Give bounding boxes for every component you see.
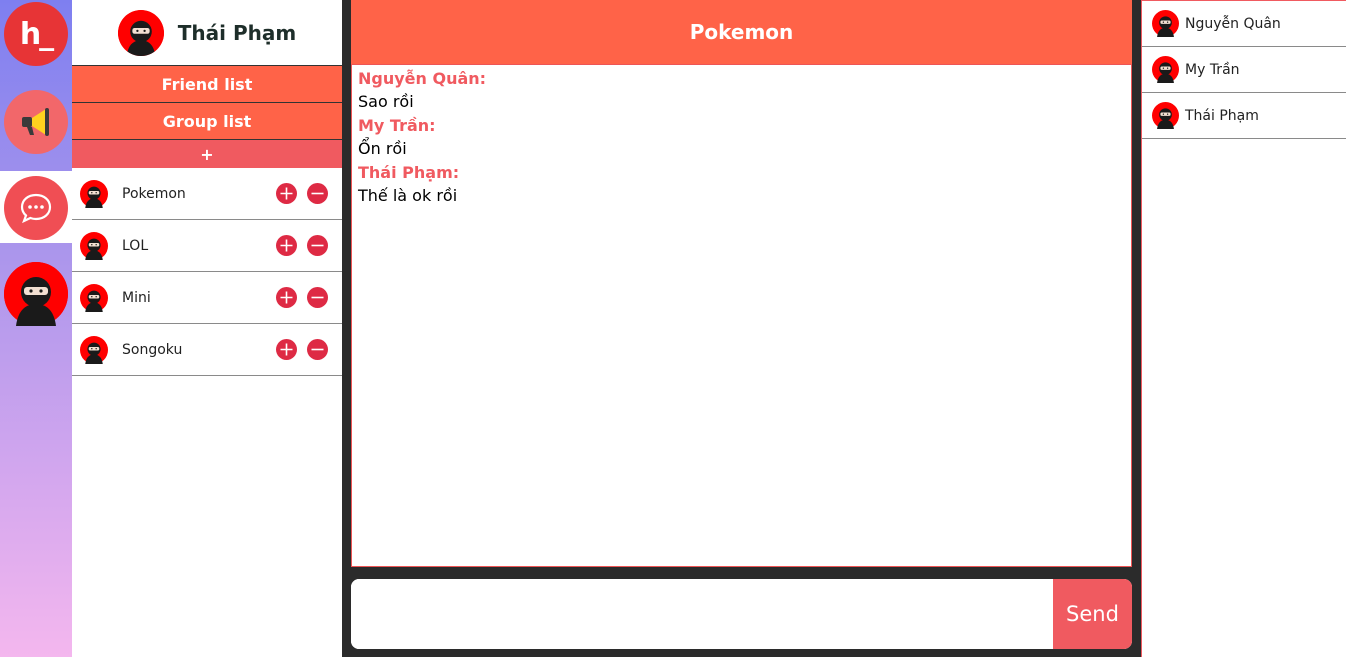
- message-composer: Send: [351, 579, 1132, 649]
- group-item[interactable]: Pokemon: [72, 168, 342, 220]
- message-text: Sao rồi: [358, 92, 414, 111]
- plus-circle-icon[interactable]: [276, 287, 297, 308]
- group-list: Pokemon LOL Mini Songoku: [72, 168, 342, 376]
- add-group-button[interactable]: +: [72, 140, 342, 168]
- plus-circle-icon[interactable]: [276, 339, 297, 360]
- message-text: Ổn rồi: [358, 139, 407, 158]
- ninja-avatar-icon[interactable]: [4, 262, 68, 326]
- message: Thái Phạm: Thế là ok rồi: [358, 161, 1125, 208]
- logo-icon[interactable]: h_: [4, 2, 68, 66]
- sidebar: Thái Phạm Friend list Group list + Pokem…: [72, 0, 342, 657]
- minus-circle-icon[interactable]: [307, 287, 328, 308]
- chat-bubble-icon[interactable]: [4, 176, 68, 240]
- message-author: Thái Phạm:: [358, 163, 460, 182]
- group-name: LOL: [122, 237, 149, 254]
- group-item[interactable]: Songoku: [72, 324, 342, 376]
- megaphone-icon[interactable]: [4, 90, 68, 154]
- message: Nguyễn Quân: Sao rồi: [358, 67, 1125, 114]
- group-name: Mini: [122, 289, 151, 306]
- member-avatar: [1152, 10, 1179, 37]
- plus-circle-icon[interactable]: [276, 183, 297, 204]
- profile-avatar[interactable]: [117, 9, 164, 56]
- group-avatar: [80, 179, 108, 208]
- member-name: My Trần: [1185, 61, 1240, 78]
- plus-circle-icon[interactable]: [276, 235, 297, 256]
- member-item[interactable]: Thái Phạm: [1142, 93, 1346, 139]
- friend-list-button[interactable]: Friend list: [72, 66, 342, 103]
- member-item[interactable]: Nguyễn Quân: [1142, 1, 1346, 47]
- minus-circle-icon[interactable]: [307, 235, 328, 256]
- app-rail: h_: [0, 0, 72, 657]
- group-name: Pokemon: [122, 185, 186, 202]
- group-avatar: [80, 283, 108, 312]
- message-author: Nguyễn Quân:: [358, 69, 487, 88]
- group-name: Songoku: [122, 341, 183, 358]
- group-avatar: [80, 335, 108, 364]
- chat-panel: Pokemon Nguyễn Quân: Sao rồi My Trần: Ổn…: [342, 0, 1141, 657]
- group-list-button[interactable]: Group list: [72, 103, 342, 140]
- group-avatar: [80, 231, 108, 260]
- minus-circle-icon[interactable]: [307, 183, 328, 204]
- members-panel: Nguyễn Quân My Trần Thái Phạm: [1141, 0, 1346, 657]
- chat-messages: Nguyễn Quân: Sao rồi My Trần: Ổn rồi Thá…: [351, 64, 1132, 567]
- member-avatar: [1152, 56, 1179, 83]
- member-avatar: [1152, 102, 1179, 129]
- member-name: Nguyễn Quân: [1185, 15, 1281, 32]
- group-item[interactable]: Mini: [72, 272, 342, 324]
- profile-name: Thái Phạm: [177, 20, 297, 45]
- chat-title: Pokemon: [351, 0, 1132, 64]
- minus-circle-icon[interactable]: [307, 339, 328, 360]
- logo-text: h_: [19, 16, 54, 52]
- profile-header: Thái Phạm: [72, 0, 342, 66]
- member-name: Thái Phạm: [1185, 107, 1259, 124]
- group-item[interactable]: LOL: [72, 220, 342, 272]
- send-button[interactable]: Send: [1053, 579, 1132, 649]
- message-text: Thế là ok rồi: [358, 186, 458, 205]
- message: My Trần: Ổn rồi: [358, 114, 1125, 161]
- message-input[interactable]: [351, 579, 1053, 649]
- message-author: My Trần:: [358, 116, 436, 135]
- member-item[interactable]: My Trần: [1142, 47, 1346, 93]
